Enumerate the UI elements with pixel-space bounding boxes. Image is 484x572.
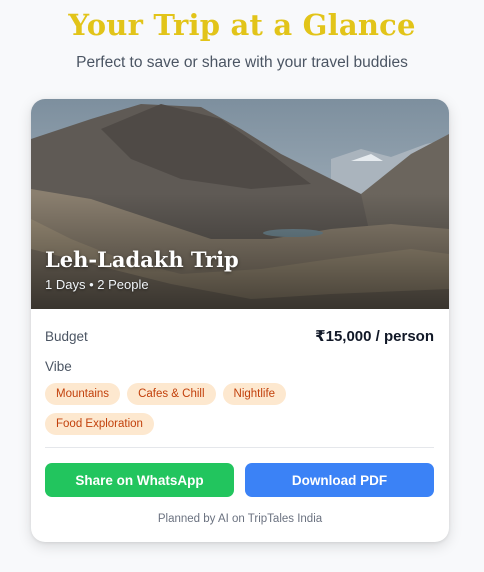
vibe-label: Vibe [45, 359, 72, 374]
budget-label: Budget [45, 328, 88, 344]
vibe-tag: Nightlife [222, 383, 287, 405]
divider [45, 447, 434, 448]
vibe-tag: Mountains [45, 383, 121, 405]
page-title: Your Trip at a Glance [68, 8, 416, 42]
share-whatsapp-button[interactable]: Share on WhatsApp [45, 463, 234, 497]
vibe-tag: Food Exploration [45, 413, 154, 435]
trip-hero-image: Leh-Ladakh Trip 1 Days • 2 People [31, 99, 449, 309]
page-subtitle: Perfect to save or share with your trave… [76, 54, 408, 71]
download-pdf-button[interactable]: Download PDF [245, 463, 434, 497]
trip-meta: 1 Days • 2 People [45, 277, 149, 292]
budget-value: ₹15,000 / person [315, 328, 434, 345]
vibe-tags: Mountains Cafes & Chill Nightlife Food E… [45, 383, 345, 435]
trip-card: Leh-Ladakh Trip 1 Days • 2 People Budget… [31, 99, 449, 542]
trip-summary-page: Your Trip at a Glance Perfect to save or… [0, 0, 484, 572]
vibe-tag: Cafes & Chill [127, 383, 216, 405]
footer-credit: Planned by AI on TripTales India [157, 513, 323, 525]
trip-title: Leh-Ladakh Trip [45, 247, 239, 272]
budget-row: Budget ₹15,000 / person [45, 327, 434, 345]
